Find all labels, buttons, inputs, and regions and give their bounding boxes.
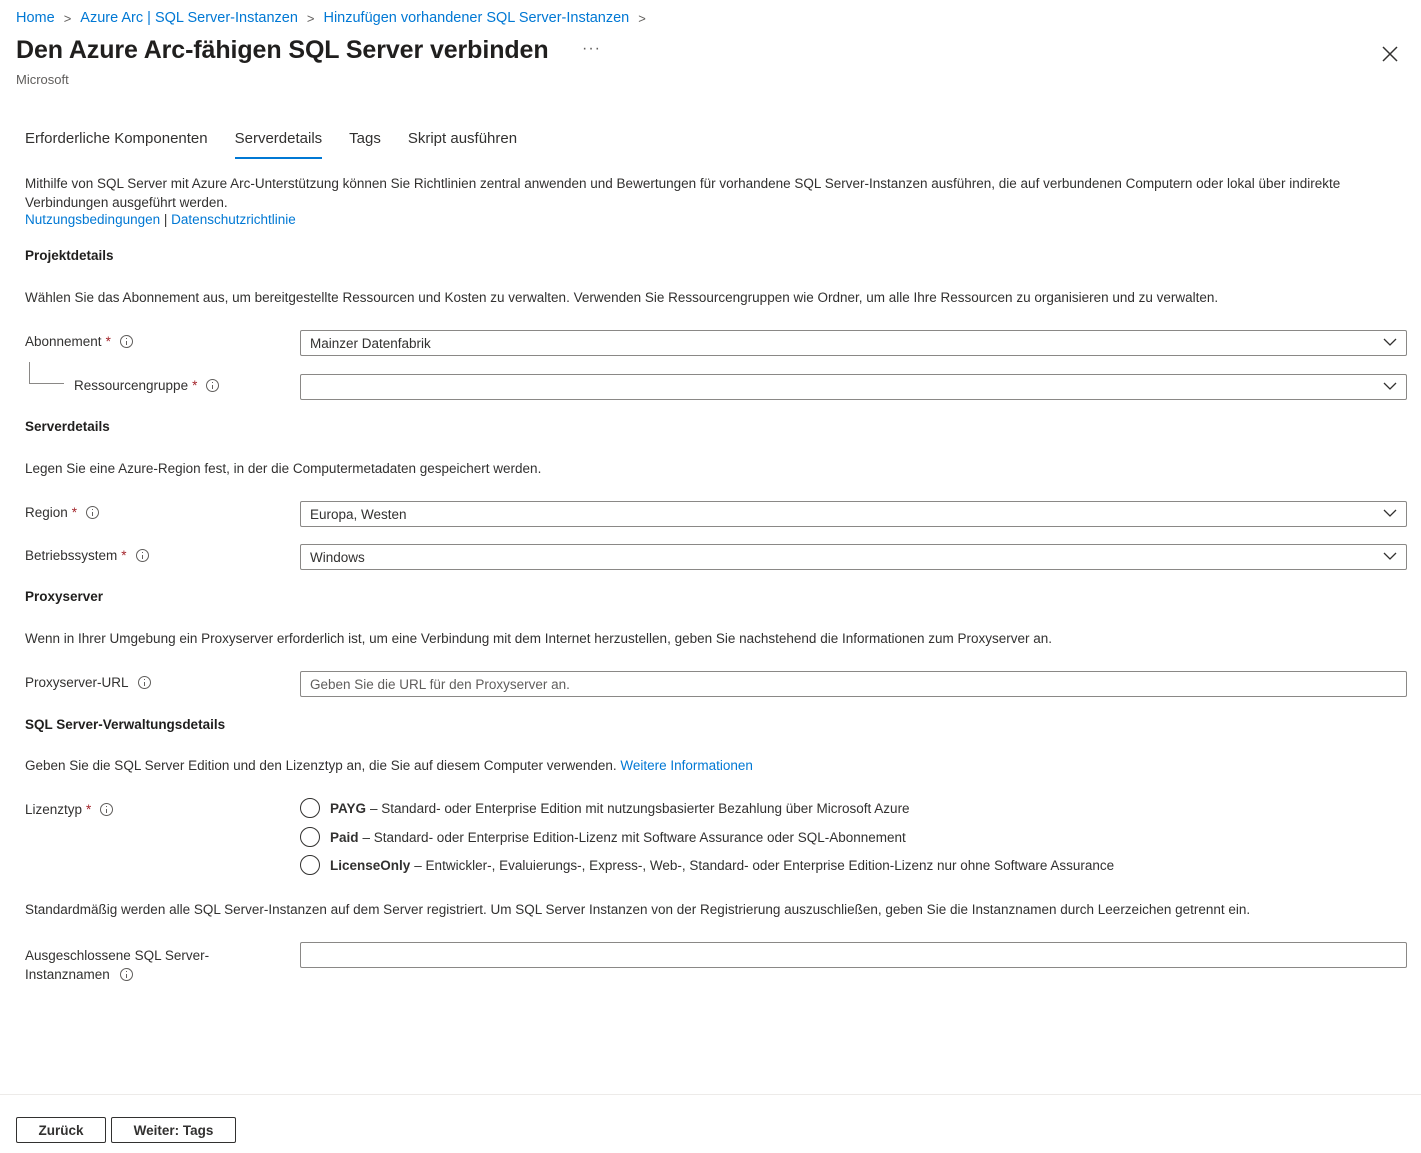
- page-title: Den Azure Arc-fähigen SQL Server verbind…: [16, 36, 549, 64]
- chevron-right-icon: >: [306, 10, 315, 26]
- resource-group-label: Ressourcengruppe *: [74, 378, 220, 393]
- license-option-name: PAYG: [330, 800, 367, 816]
- excluded-instances-label: Ausgeschlossene SQL Server- Instanznamen: [25, 946, 209, 984]
- license-type-label-text: Lizenztyp: [25, 802, 83, 817]
- license-option-text: – Standard- oder Enterprise Edition mit …: [370, 800, 910, 816]
- back-button[interactable]: Zurück: [16, 1117, 106, 1143]
- tab-run-script[interactable]: Skript ausführen: [408, 130, 517, 160]
- region-value: Europa, Westen: [310, 506, 407, 522]
- region-dropdown[interactable]: Europa, Westen: [300, 501, 1407, 527]
- project-details-desc: Wählen Sie das Abonnement aus, um bereit…: [25, 290, 1219, 305]
- proxy-desc: Wenn in Ihrer Umgebung ein Proxyserver e…: [25, 631, 1053, 646]
- chevron-down-icon: [1383, 338, 1397, 346]
- license-option-name: Paid: [330, 829, 359, 845]
- proxy-url-label-text: Proxyserver-URL: [25, 675, 129, 690]
- chevron-right-icon: >: [638, 10, 646, 26]
- exclude-desc: Standardmäßig werden alle SQL Server-Ins…: [25, 902, 1251, 917]
- more-options-icon[interactable]: ···: [582, 40, 601, 58]
- info-icon[interactable]: [206, 379, 220, 392]
- excluded-instances-label-line2: Instanznamen: [25, 967, 110, 982]
- excluded-instances-label-line1: Ausgeschlossene SQL Server-: [25, 948, 210, 963]
- server-details-desc: Legen Sie eine Azure-Region fest, in der…: [25, 461, 542, 476]
- required-marker: *: [86, 802, 92, 817]
- breadcrumb-home[interactable]: Home: [16, 10, 55, 26]
- proxy-url-placeholder: Geben Sie die URL für den Proxyserver an…: [310, 676, 570, 692]
- server-details-heading: Serverdetails: [25, 419, 110, 434]
- subscription-label: Abonnement *: [25, 334, 133, 349]
- footer-divider: [0, 1094, 1421, 1095]
- chevron-down-icon: [1383, 552, 1397, 560]
- terms-link[interactable]: Nutzungsbedingungen: [25, 212, 160, 227]
- radio-button[interactable]: [300, 855, 320, 875]
- proxy-heading: Proxyserver: [25, 589, 104, 604]
- proxy-url-input[interactable]: Geben Sie die URL für den Proxyserver an…: [300, 671, 1407, 697]
- license-option-payg[interactable]: PAYG – Standard- oder Enterprise Edition…: [300, 798, 910, 818]
- subscription-dropdown[interactable]: Mainzer Datenfabrik: [300, 330, 1407, 356]
- resource-group-label-text: Ressourcengruppe: [74, 378, 189, 393]
- license-option-name: LicenseOnly: [330, 857, 411, 873]
- privacy-link[interactable]: Datenschutzrichtlinie: [171, 212, 296, 227]
- project-details-heading: Projektdetails: [25, 248, 114, 263]
- resource-group-dropdown[interactable]: [300, 374, 1407, 400]
- subscription-label-text: Abonnement: [25, 334, 102, 349]
- tab-bar: Erforderliche Komponenten Serverdetails …: [25, 130, 544, 160]
- info-icon[interactable]: [135, 549, 149, 562]
- close-icon[interactable]: [1378, 42, 1402, 66]
- required-marker: *: [71, 505, 78, 520]
- info-icon[interactable]: [119, 968, 133, 981]
- chevron-down-icon: [1383, 382, 1397, 390]
- breadcrumb-azure-arc[interactable]: Azure Arc | SQL Server-Instanzen: [80, 10, 298, 26]
- os-label-text: Betriebssystem: [25, 548, 118, 563]
- management-heading: SQL Server-Verwaltungsdetails: [25, 717, 226, 732]
- more-info-link[interactable]: Weitere Informationen: [620, 758, 753, 773]
- license-type-label: Lizenztyp *: [25, 802, 114, 817]
- required-marker: *: [192, 378, 198, 393]
- region-label: Region *: [25, 505, 100, 520]
- chevron-right-icon: >: [63, 10, 72, 26]
- info-icon[interactable]: [119, 335, 133, 348]
- info-icon[interactable]: [137, 676, 151, 689]
- excluded-instances-input[interactable]: [300, 942, 1407, 968]
- os-value: Windows: [310, 549, 365, 565]
- breadcrumb-add-instances[interactable]: Hinzufügen vorhandener SQL Server-Instan…: [323, 10, 629, 26]
- radio-button[interactable]: [300, 827, 320, 847]
- tab-prerequisites[interactable]: Erforderliche Komponenten: [25, 130, 208, 160]
- breadcrumb: Home > Azure Arc | SQL Server-Instanzen …: [16, 8, 655, 28]
- tree-connector: [29, 362, 64, 384]
- license-option-text: – Standard- oder Enterprise Edition-Lize…: [362, 829, 906, 845]
- radio-button[interactable]: [300, 798, 320, 818]
- subscription-value: Mainzer Datenfabrik: [310, 335, 431, 351]
- info-icon[interactable]: [86, 506, 100, 519]
- proxy-url-label: Proxyserver-URL: [25, 675, 151, 690]
- license-option-paid[interactable]: Paid – Standard- oder Enterprise Edition…: [300, 827, 906, 847]
- license-option-license-only[interactable]: LicenseOnly – Entwickler-, Evaluierungs-…: [300, 855, 1114, 875]
- link-separator: |: [163, 212, 168, 227]
- next-tags-button[interactable]: Weiter: Tags: [111, 1117, 236, 1143]
- region-label-text: Region: [25, 505, 68, 520]
- management-desc: Geben Sie die SQL Server Edition und den…: [25, 758, 617, 773]
- management-desc-row: Geben Sie die SQL Server Edition und den…: [25, 758, 753, 773]
- tab-server-details[interactable]: Serverdetails: [234, 130, 322, 160]
- os-label: Betriebssystem *: [25, 548, 149, 563]
- chevron-down-icon: [1383, 509, 1397, 517]
- info-icon[interactable]: [100, 803, 114, 816]
- publisher-label: Microsoft: [16, 72, 69, 87]
- license-option-text: – Entwickler-, Evaluierungs-, Express-, …: [414, 857, 1115, 873]
- intro-text: Mithilfe von SQL Server mit Azure Arc-Un…: [25, 176, 1341, 210]
- os-dropdown[interactable]: Windows: [300, 544, 1407, 570]
- tab-tags[interactable]: Tags: [349, 130, 381, 160]
- links-row: Nutzungsbedingungen | Datenschutzrichtli…: [25, 212, 296, 227]
- required-marker: *: [121, 548, 127, 563]
- required-marker: *: [105, 334, 111, 349]
